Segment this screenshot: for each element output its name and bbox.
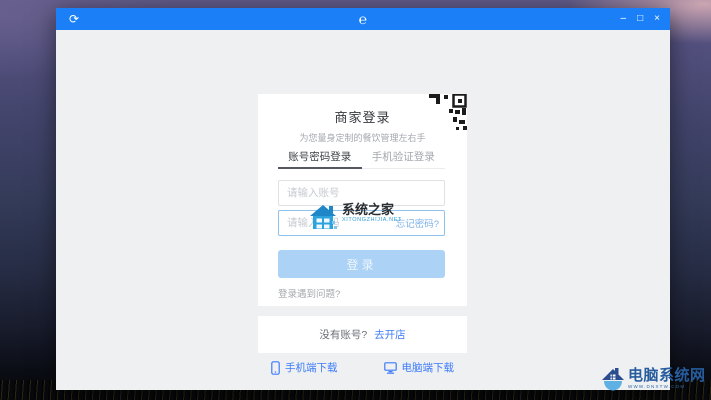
- monitor-icon: [384, 362, 397, 374]
- password-input[interactable]: [279, 211, 393, 235]
- login-button[interactable]: 登录: [278, 250, 445, 278]
- mobile-download-link[interactable]: 手机端下载: [271, 360, 338, 375]
- window-controls: – □ ×: [621, 8, 660, 30]
- active-tab-underline: [278, 167, 362, 169]
- desktop-download-label: 电脑端下载: [402, 360, 455, 375]
- dnxitong-watermark-url: WWW.DNXTW.COM: [628, 384, 706, 389]
- maximize-button[interactable]: □: [637, 14, 643, 24]
- tab-phone-verify-login[interactable]: 手机验证登录: [362, 149, 446, 174]
- dnxitong-watermark: 电脑系统网 WWW.DNXTW.COM: [601, 367, 706, 394]
- refresh-icon[interactable]: ⟳: [69, 8, 79, 30]
- password-field: 忘记密码?: [278, 210, 445, 236]
- dnxitong-house-icon: [601, 367, 625, 394]
- desktop-download-link[interactable]: 电脑端下载: [384, 360, 455, 375]
- login-card: 商家登录 为您量身定制的餐饮管理左右手 账号密码登录 手机验证登录 忘记密码?: [258, 94, 467, 306]
- titlebar[interactable]: ⟳ ℮ – □ ×: [56, 8, 670, 30]
- tab-account-password-login[interactable]: 账号密码登录: [278, 149, 362, 174]
- phone-icon: [271, 361, 280, 375]
- close-button[interactable]: ×: [654, 14, 660, 24]
- login-trouble-link[interactable]: 登录遇到问题?: [278, 286, 340, 300]
- download-links: 手机端下载 电脑端下载: [258, 360, 467, 375]
- account-input[interactable]: [278, 180, 445, 206]
- open-store-link[interactable]: 去开店: [374, 327, 406, 342]
- forgot-password-link[interactable]: 忘记密码?: [396, 216, 439, 230]
- app-logo-icon: ℮: [359, 8, 367, 30]
- no-account-text: 没有账号?: [319, 327, 367, 342]
- login-title: 商家登录: [258, 107, 467, 126]
- login-tabs: 账号密码登录 手机验证登录: [278, 149, 445, 174]
- login-subtitle: 为您量身定制的餐饮管理左右手: [258, 131, 467, 144]
- minimize-button[interactable]: –: [621, 14, 627, 24]
- dnxitong-watermark-title: 电脑系统网: [628, 367, 706, 384]
- window-content: 商家登录 为您量身定制的餐饮管理左右手 账号密码登录 手机验证登录 忘记密码?: [56, 30, 670, 390]
- mobile-download-label: 手机端下载: [285, 360, 338, 375]
- signup-strip: 没有账号? 去开店: [258, 316, 467, 353]
- app-window: ⟳ ℮ – □ ×: [56, 8, 670, 390]
